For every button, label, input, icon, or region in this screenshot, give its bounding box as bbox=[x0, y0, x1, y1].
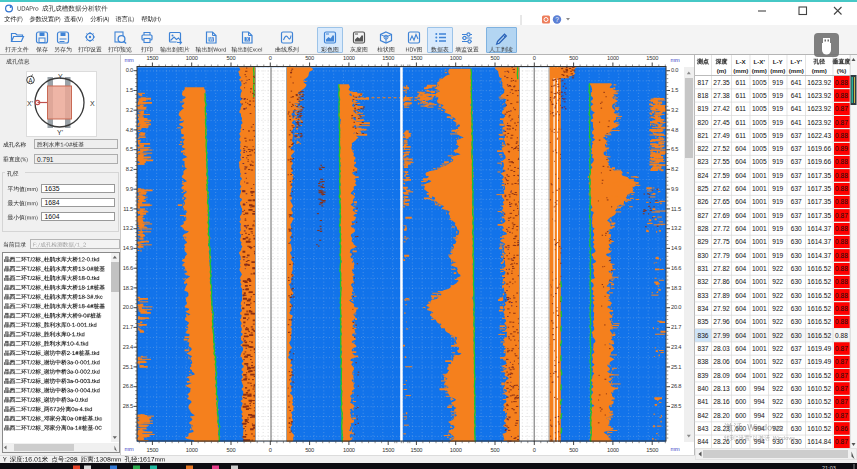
svg-text:21:03: 21:03 bbox=[822, 464, 836, 469]
